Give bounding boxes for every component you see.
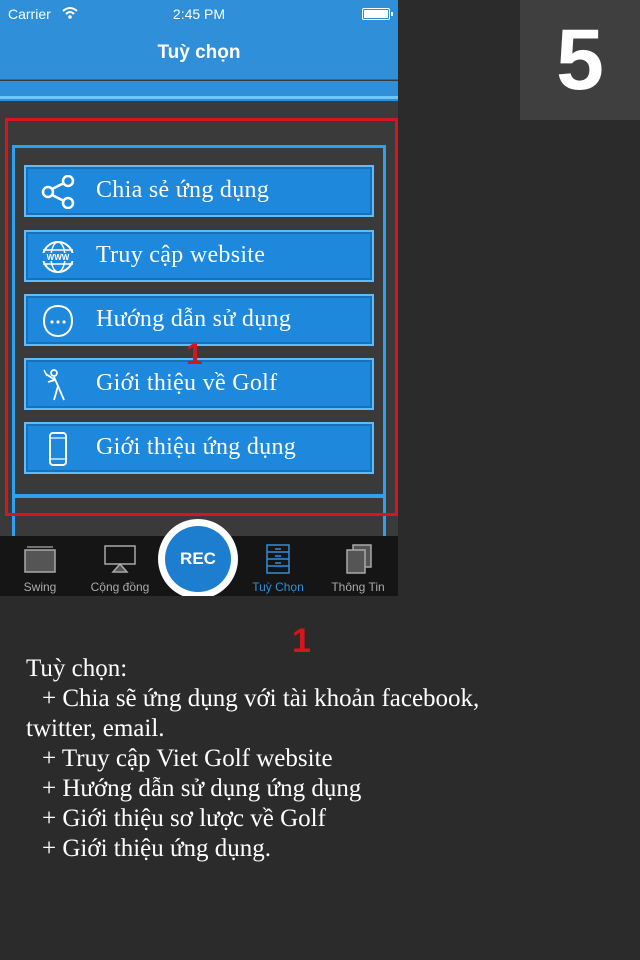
description-line: + Truy cập Viet Golf website (42, 745, 333, 772)
battery-icon (362, 8, 393, 20)
record-button-label: REC (165, 526, 231, 592)
options-icon (266, 544, 290, 574)
about-app-label: Giới thiệu ứng dụng (96, 434, 297, 460)
share-icon (41, 175, 75, 209)
info-stack-icon (346, 544, 372, 574)
highlight-number: 1 (186, 338, 203, 371)
clock: 2:45 PM (172, 6, 226, 22)
description-line: + Chia sẽ ứng dụng với tài khoản faceboo… (42, 685, 480, 712)
description-line: + Giới thiệu ứng dụng. (42, 835, 272, 862)
golfer-icon (43, 369, 65, 401)
swing-icon (24, 546, 56, 573)
tab-options-label: Tuỳ Chọn (252, 580, 304, 594)
description-line: + Hướng dẫn sử dụng ứng dụng (42, 775, 362, 802)
tab-community-label: Cộng đồng (90, 580, 150, 594)
phone-icon (49, 432, 67, 466)
nav-bar: Tuỳ chọn (0, 28, 398, 80)
phone-screenshot: Carrier 2:45 PM Tuỳ chọn Chia sẻ ứng dụn… (0, 0, 398, 596)
description-line: twitter, email. (26, 715, 165, 742)
record-button[interactable]: REC (158, 519, 238, 596)
share-app-button[interactable]: Chia sẻ ứng dụng (24, 165, 374, 217)
globe-www-icon: WWW (42, 241, 74, 273)
user-guide-label: Hướng dẫn sử dụng (96, 306, 292, 332)
step-number-badge: 5 (520, 0, 640, 120)
visit-website-button[interactable]: WWW Truy cập website (24, 230, 374, 282)
tab-community[interactable]: Cộng đồng (80, 536, 160, 596)
airplay-icon (104, 545, 136, 573)
tab-swing[interactable]: Swing (0, 536, 80, 596)
description-heading: Tuỳ chọn: (26, 655, 128, 682)
tab-options[interactable]: Tuỳ Chọn (238, 536, 318, 596)
svg-text:WWW: WWW (47, 253, 70, 262)
status-bar: Carrier 2:45 PM (0, 0, 398, 28)
page-title: Tuỳ chọn (157, 42, 241, 63)
panel-divider (12, 494, 386, 498)
about-app-button[interactable]: Giới thiệu ứng dụng (24, 422, 374, 474)
tab-info-label: Thông Tin (331, 580, 385, 594)
description-text: Tuỳ chọn: + Chia sẽ ứng dụng với tài kho… (26, 654, 626, 864)
share-app-label: Chia sẻ ứng dụng (96, 177, 270, 203)
visit-website-label: Truy cập website (96, 242, 266, 268)
tab-info[interactable]: Thông Tin (318, 536, 398, 596)
nav-sub-bar (0, 81, 398, 101)
help-chat-icon (42, 304, 74, 338)
description-line: + Giới thiệu sơ lược về Golf (42, 805, 326, 832)
about-golf-label: Giới thiệu về Golf (96, 370, 278, 396)
tab-swing-label: Swing (23, 580, 57, 594)
